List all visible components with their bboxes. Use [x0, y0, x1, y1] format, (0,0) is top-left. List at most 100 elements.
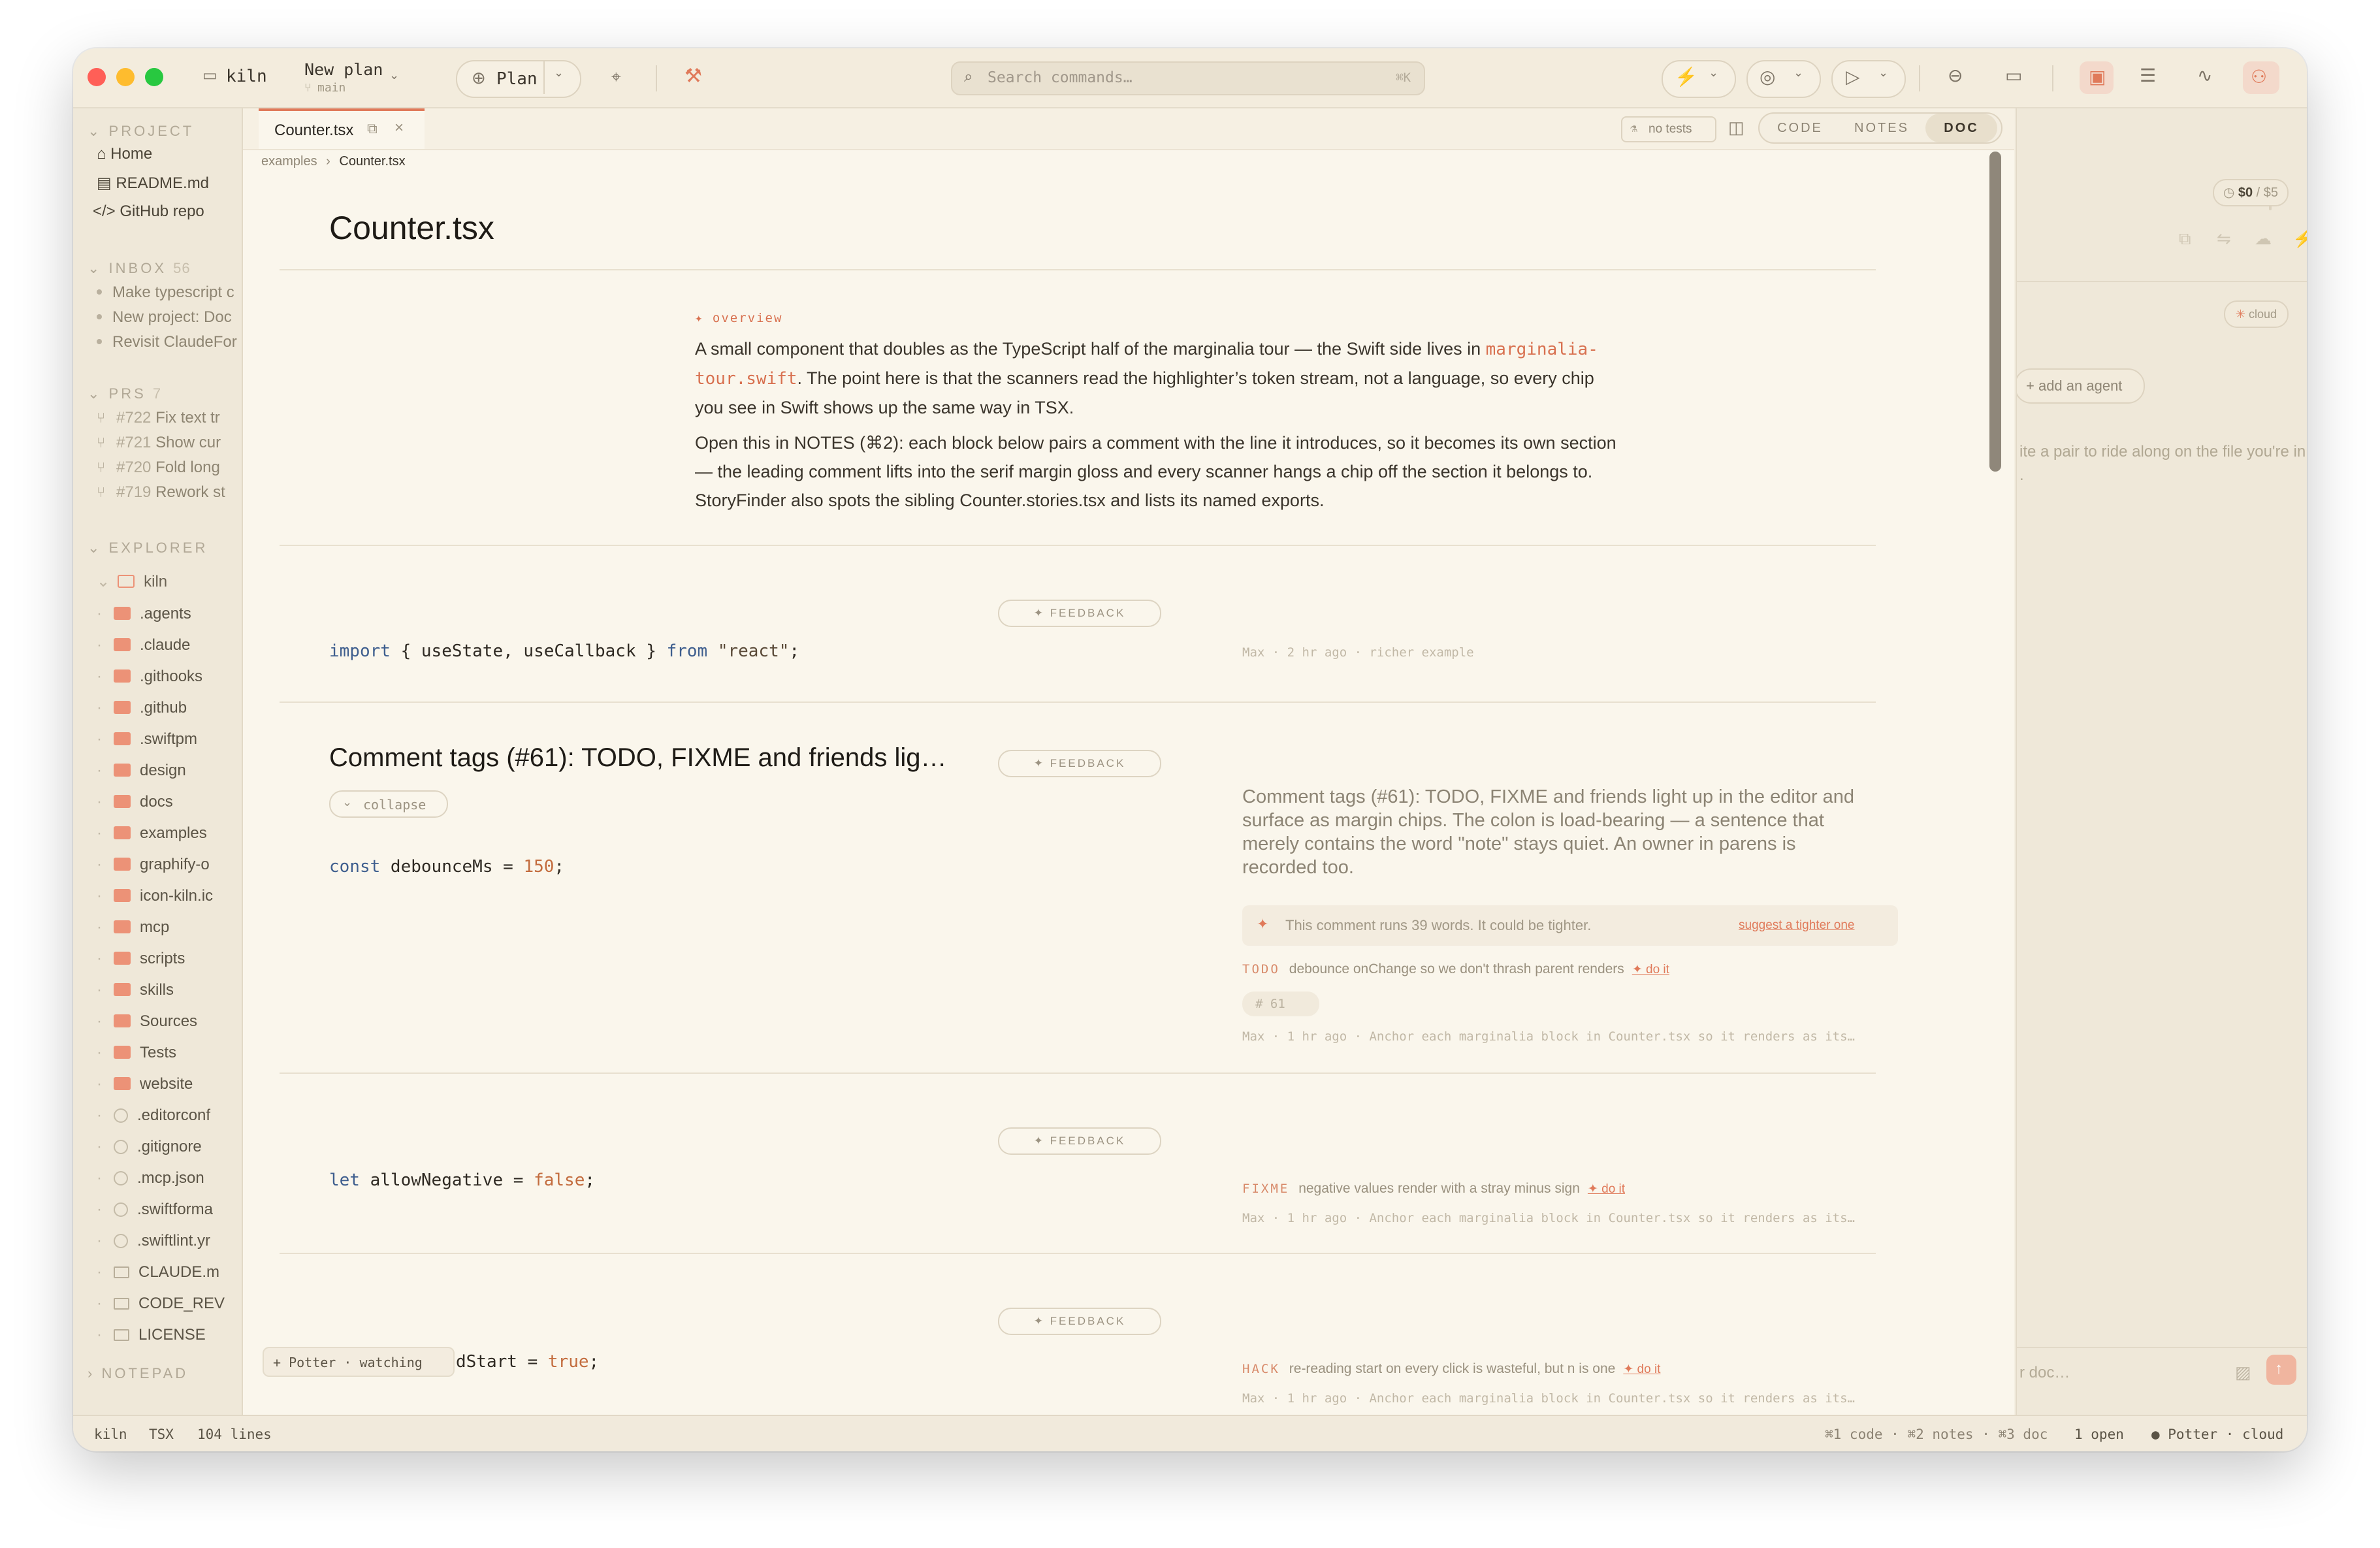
zoom-icon[interactable]: ⊖ [1948, 67, 1963, 85]
tree-folder[interactable]: · graphify-o [97, 856, 210, 874]
scrollbar[interactable] [1989, 152, 2001, 1412]
close-icon[interactable]: × [394, 119, 404, 137]
tree-file[interactable]: · .swiftlint.yr [97, 1232, 210, 1250]
status-menu-button[interactable]: ◎ ⌄ [1746, 60, 1821, 98]
inbox-item[interactable]: Revisit ClaudeFor [97, 333, 237, 351]
tab-counter-tsx[interactable]: Counter.tsx ⧉ × [259, 108, 425, 149]
send-button[interactable]: ↑ [2266, 1355, 2296, 1385]
tree-folder[interactable]: · Sources [97, 1012, 197, 1031]
minimize-window-button[interactable] [116, 68, 135, 86]
tree-folder[interactable]: · skills [97, 981, 174, 999]
sidebar-item-readme[interactable]: ▤ README.md [97, 174, 209, 193]
sidebar-item-github[interactable]: </> GitHub repo [93, 202, 204, 221]
tab-notes[interactable]: NOTES [1842, 114, 1922, 142]
tree-folder[interactable]: · .swiftpm [97, 730, 197, 749]
tree-file[interactable]: · .gitignore [97, 1138, 202, 1156]
section-header-project[interactable]: ⌄ PROJECT [88, 123, 194, 140]
chat-icon[interactable]: ☁ [2255, 229, 2272, 249]
tree-folder[interactable]: · design [97, 762, 186, 780]
presence-badge[interactable]: + Potter · watching [263, 1347, 455, 1377]
project-name[interactable]: kiln [226, 67, 267, 86]
scrollbar-thumb[interactable] [1989, 152, 2001, 472]
add-agent-button[interactable]: + add an agent [2017, 368, 2145, 404]
pr-item[interactable]: ⑂ #719 Rework st [97, 483, 225, 502]
sidebar-toggle-button[interactable]: ▣ [2080, 61, 2114, 94]
status-presence[interactable]: ● Potter · cloud [2151, 1427, 2283, 1442]
pointer-icon[interactable]: ⌖ [611, 68, 621, 85]
suggest-tighter-link[interactable]: suggest a tighter one [1739, 918, 1854, 933]
copy-icon[interactable]: ⧉ [367, 120, 378, 137]
mode-selector[interactable]: ⊕ Plan ⌄ [456, 60, 581, 98]
image-icon[interactable]: ▨ [2235, 1363, 2251, 1383]
feedback-button[interactable]: ✦ FEEDBACK [998, 750, 1161, 777]
zoom-window-button[interactable] [145, 68, 163, 86]
feedback-button[interactable]: ✦ FEEDBACK [998, 1308, 1161, 1335]
tree-folder[interactable]: · icon-kiln.ic [97, 887, 213, 905]
tree-file[interactable]: · .mcp.json [97, 1169, 204, 1187]
bolt-icon[interactable]: ⚡ [2292, 229, 2307, 249]
section-header-notepad[interactable]: › NOTEPAD [88, 1365, 188, 1382]
tree-folder[interactable]: · Tests [97, 1044, 176, 1062]
tools-menu-button[interactable]: ⚡ ⌄ [1662, 60, 1736, 98]
tree-folder[interactable]: · .githooks [97, 668, 202, 686]
sidebar-item-home[interactable]: ⌂ Home [97, 145, 152, 163]
tree-file[interactable]: · CLAUDE.m [97, 1263, 219, 1282]
gear-icon [114, 1234, 128, 1248]
plan-title[interactable]: New plan [304, 60, 383, 79]
section-header-inbox[interactable]: ⌄ INBOX 56 [88, 260, 191, 277]
tree-folder[interactable]: · .agents [97, 605, 191, 623]
pr-item[interactable]: ⑂ #721 Show cur [97, 434, 221, 452]
tree-folder[interactable]: · .github [97, 699, 187, 717]
tree-file[interactable]: · .editorconf [97, 1106, 210, 1125]
inbox-item[interactable]: Make typescript c [97, 283, 234, 302]
breadcrumb-folder[interactable]: examples [261, 154, 317, 169]
issue-chip[interactable]: # 61 [1242, 992, 1319, 1016]
collapse-button[interactable]: ⌄ collapse [329, 790, 448, 818]
collaborators-button[interactable]: ⚇ [2243, 61, 2279, 94]
feedback-button[interactable]: ✦ FEEDBACK [998, 600, 1161, 627]
tree-folder[interactable]: · examples [97, 824, 207, 843]
status-language[interactable]: TSX [149, 1427, 174, 1442]
tree-folder[interactable]: · mcp [97, 918, 169, 937]
tab-code[interactable]: CODE [1763, 114, 1837, 142]
doc-input[interactable]: r doc… [2019, 1364, 2070, 1382]
close-window-button[interactable] [88, 68, 106, 86]
tree-folder[interactable]: · .claude [97, 636, 190, 654]
panel-left-icon: ▣ [2089, 67, 2106, 87]
inbox-item[interactable]: New project: Doc [97, 308, 232, 327]
tests-badge[interactable]: ⚗ no tests [1621, 116, 1716, 142]
chevron-down-icon[interactable]: ⌄ [389, 69, 399, 81]
pr-item[interactable]: ⑂ #720 Fold long [97, 459, 220, 477]
tree-file[interactable]: · CODE_REV [97, 1295, 225, 1313]
tree-item-label: website [140, 1075, 193, 1093]
do-it-link[interactable]: ✦ do it [1588, 1182, 1625, 1196]
cost-badge[interactable]: ◷ $0 / $5 [2212, 179, 2289, 206]
tree-folder[interactable]: · scripts [97, 950, 185, 968]
breadcrumb-file[interactable]: Counter.tsx [339, 154, 405, 169]
section-header-explorer[interactable]: ⌄ EXPLORER [88, 540, 208, 556]
tree-file[interactable]: · LICENSE [97, 1326, 206, 1344]
feedback-button[interactable]: ✦ FEEDBACK [998, 1127, 1161, 1155]
terminal-icon[interactable]: ▭ [2005, 67, 2022, 85]
checklist-icon[interactable]: ☰ [2140, 67, 2156, 85]
activity-icon[interactable]: ∿ [2197, 67, 2212, 85]
copy-icon[interactable]: ⧉ [2179, 229, 2191, 250]
tree-file[interactable]: · .swiftforma [97, 1201, 213, 1219]
chevron-down-icon: ⌄ [1793, 66, 1804, 79]
pr-item[interactable]: ⑂ #722 Fix text tr [97, 409, 220, 427]
cloud-badge[interactable]: ✳ cloud [2223, 300, 2289, 328]
tree-folder[interactable]: · docs [97, 793, 173, 811]
book-icon [114, 1266, 129, 1278]
section-header-prs[interactable]: ⌄ PRS 7 [88, 385, 161, 402]
do-it-link[interactable]: ✦ do it [1632, 963, 1669, 976]
run-menu-button[interactable]: ▷ ⌄ [1831, 60, 1906, 98]
explorer-root[interactable]: ⌄ kiln [97, 572, 167, 591]
hammer-icon[interactable]: ⚒ [684, 67, 702, 86]
split-view-icon[interactable]: ◫ [1728, 118, 1745, 138]
tab-doc[interactable]: DOC [1925, 114, 1997, 142]
chevron-down-icon[interactable]: ⌄ [554, 67, 564, 78]
diff-icon[interactable]: ⇋ [2217, 229, 2231, 249]
do-it-link[interactable]: ✦ do it [1623, 1363, 1660, 1376]
tree-folder[interactable]: · website [97, 1075, 193, 1093]
command-search[interactable]: ⌕ Search commands… ⌘K [951, 61, 1425, 95]
